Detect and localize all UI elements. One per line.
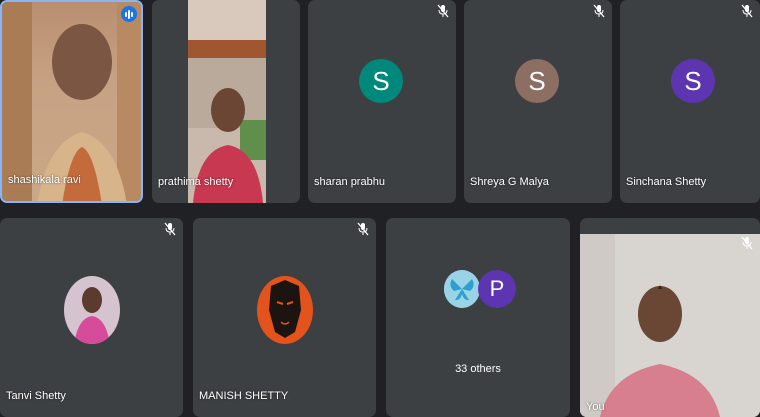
participant-name: Sinchana Shetty: [626, 176, 707, 188]
participant-tile-prathima[interactable]: prathima shetty: [152, 0, 300, 203]
participant-name: MANISH SHETTY: [199, 390, 289, 402]
mic-off-icon: [593, 4, 605, 18]
avatar: S: [359, 59, 403, 103]
mic-off-icon: [437, 4, 449, 18]
speaking-indicator-icon: [121, 6, 137, 22]
avatar: [257, 276, 313, 344]
participant-tile-sharan[interactable]: S sharan prabhu: [308, 0, 456, 203]
participant-tile-tanvi[interactable]: Tanvi Shetty: [0, 218, 183, 417]
avatar: S: [671, 59, 715, 103]
avatar: S: [515, 59, 559, 103]
participant-tile-shreya[interactable]: S Shreya G Malya: [464, 0, 612, 203]
others-tile[interactable]: P 33 others: [386, 218, 570, 417]
participant-name: Tanvi Shetty: [6, 390, 66, 402]
others-count: 33 others: [455, 363, 501, 375]
participant-name: Shreya G Malya: [470, 176, 549, 188]
video-feed: [188, 0, 266, 203]
participant-name: shashikala ravi: [8, 174, 81, 186]
participant-tile-manish[interactable]: MANISH SHETTY: [193, 218, 376, 417]
video-feed: [580, 234, 760, 417]
mic-off-icon: [741, 4, 753, 18]
video-feed: [2, 2, 141, 201]
avatar: [444, 270, 480, 308]
avatar: [64, 276, 120, 344]
avatar: P: [478, 270, 516, 308]
participant-name: sharan prabhu: [314, 176, 385, 188]
participant-tile-shashikala[interactable]: shashikala ravi: [0, 0, 143, 203]
participant-tile-sinchana[interactable]: S Sinchana Shetty: [620, 0, 760, 203]
participant-tile-you[interactable]: You: [580, 218, 760, 417]
mic-off-icon: [164, 222, 176, 236]
participant-name: You: [586, 401, 605, 413]
participant-name: prathima shetty: [158, 176, 234, 188]
mic-off-icon: [357, 222, 369, 236]
mic-off-icon: [741, 236, 753, 250]
